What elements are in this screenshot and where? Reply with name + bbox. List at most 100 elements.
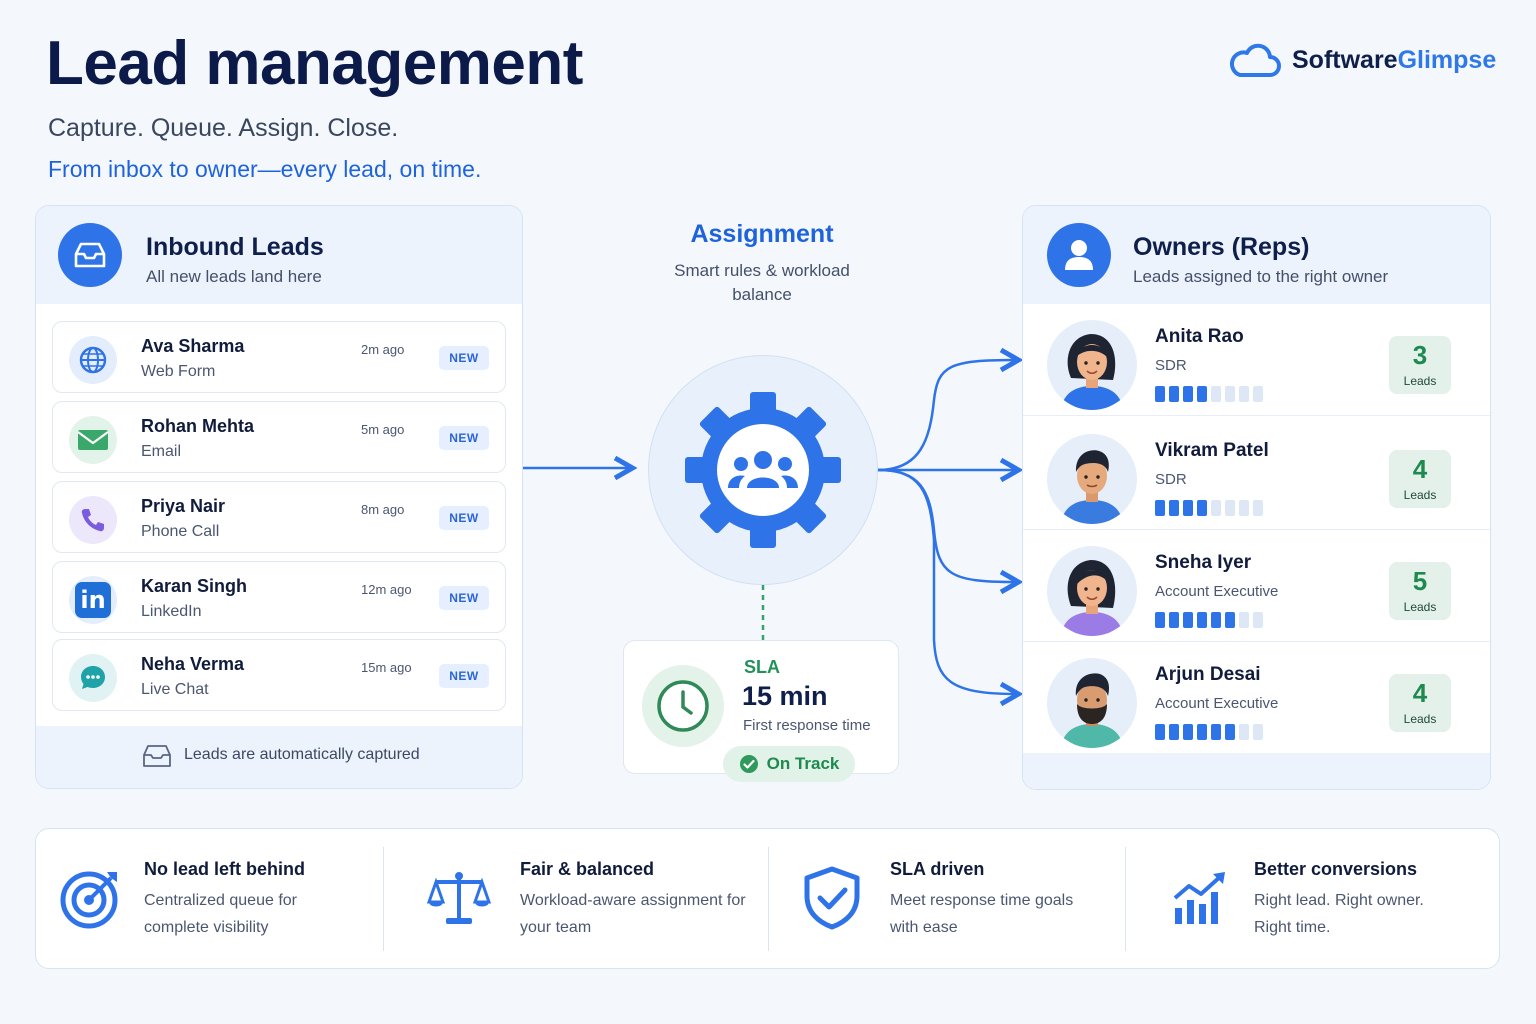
avatar xyxy=(1047,546,1137,636)
lead-count-label: Leads xyxy=(1403,488,1437,502)
workload-segment xyxy=(1155,724,1165,740)
workload-segment xyxy=(1155,386,1165,402)
workload-segment xyxy=(1211,500,1221,516)
sla-label: SLA xyxy=(744,657,780,677)
owner-card[interactable]: Sneha Iyer Account Executive 5 Leads xyxy=(1023,532,1490,642)
workload-segment xyxy=(1197,386,1207,402)
owner-card[interactable]: Vikram Patel SDR 4 Leads xyxy=(1023,420,1490,530)
workload-segment xyxy=(1239,612,1249,628)
assignment-to-sneha-arrow xyxy=(877,468,1016,582)
workload-segment xyxy=(1183,612,1193,628)
sla-status-text: On Track xyxy=(766,754,840,773)
gear-team-icon xyxy=(685,392,841,548)
owner-name: Arjun Desai xyxy=(1155,664,1261,685)
workload-segment xyxy=(1225,724,1235,740)
user-icon xyxy=(1047,223,1111,287)
workload-bar xyxy=(1155,724,1263,740)
workload-segment xyxy=(1169,386,1179,402)
target-icon xyxy=(58,865,124,931)
workload-segment xyxy=(1239,724,1249,740)
lead-count-box: 4 Leads xyxy=(1389,450,1451,508)
workload-segment xyxy=(1155,612,1165,628)
workload-segment xyxy=(1197,724,1207,740)
workload-segment xyxy=(1239,500,1249,516)
workload-segment xyxy=(1211,386,1221,402)
owner-role: Account Executive xyxy=(1155,583,1279,600)
sla-description: First response time xyxy=(743,717,871,734)
feature-item: Fair & balanced Workload-aware assignmen… xyxy=(384,829,768,970)
workload-segment xyxy=(1253,386,1263,402)
lead-count: 5 xyxy=(1412,566,1428,596)
avatar xyxy=(1047,320,1137,410)
workload-segment xyxy=(1225,386,1235,402)
owner-role: SDR xyxy=(1155,357,1187,374)
workload-segment xyxy=(1225,612,1235,628)
owner-role: SDR xyxy=(1155,471,1187,488)
feature-description: Workload-aware assignment for your team xyxy=(520,892,746,936)
workload-segment xyxy=(1197,500,1207,516)
feature-item: SLA driven Meet response time goals with… xyxy=(769,829,1125,970)
workload-segment xyxy=(1155,500,1165,516)
lead-count-label: Leads xyxy=(1403,712,1437,726)
workload-segment xyxy=(1211,612,1221,628)
feature-description: Centralized queue for complete visibilit… xyxy=(144,892,297,936)
lead-count: 4 xyxy=(1412,454,1428,484)
assignment-engine xyxy=(648,355,878,585)
feature-description: Meet response time goals with ease xyxy=(890,892,1074,936)
owner-card[interactable]: Arjun Desai Account Executive 4 Leads xyxy=(1023,644,1490,754)
lead-count-box: 5 Leads xyxy=(1389,562,1451,620)
workload-segment xyxy=(1183,500,1193,516)
feature-title: SLA driven xyxy=(890,859,985,879)
workload-segment xyxy=(1183,724,1193,740)
owner-card[interactable]: Anita Rao SDR 3 Leads xyxy=(1023,306,1490,416)
lead-count: 3 xyxy=(1412,340,1428,370)
lead-count-box: 3 Leads xyxy=(1389,336,1451,394)
feature-item: Better conversions Right lead. Right own… xyxy=(1126,829,1500,970)
workload-segment xyxy=(1225,500,1235,516)
growth-chart-icon xyxy=(1168,865,1234,931)
lead-count-box: 4 Leads xyxy=(1389,674,1451,732)
workload-segment xyxy=(1211,724,1221,740)
workload-segment xyxy=(1197,612,1207,628)
owner-role: Account Executive xyxy=(1155,695,1279,712)
lead-count-label: Leads xyxy=(1403,600,1437,614)
owners-footer xyxy=(1023,753,1490,789)
sla-value: 15 min xyxy=(742,681,828,711)
workload-segment xyxy=(1253,500,1263,516)
avatar xyxy=(1047,434,1137,524)
owners-header: Owners (Reps) Leads assigned to the righ… xyxy=(1023,206,1490,304)
feature-title: No lead left behind xyxy=(144,859,306,879)
owners-panel: Owners (Reps) Leads assigned to the righ… xyxy=(1022,205,1491,790)
check-circle-icon xyxy=(739,755,758,773)
assignment-title: Assignment xyxy=(690,220,834,248)
workload-segment xyxy=(1169,724,1179,740)
workload-bar xyxy=(1155,386,1263,402)
assignment-subtitle: Smart rules & workload balance xyxy=(674,261,850,304)
sla-status-pill: On Track xyxy=(723,746,855,782)
owner-name: Sneha Iyer xyxy=(1155,552,1252,573)
feature-title: Fair & balanced xyxy=(520,859,655,879)
shield-check-icon xyxy=(799,865,865,931)
owner-name: Anita Rao xyxy=(1155,326,1244,347)
feature-title: Better conversions xyxy=(1254,859,1418,879)
owners-title: Owners (Reps) xyxy=(1133,233,1310,261)
scale-icon xyxy=(426,865,492,931)
assignment-to-anita-arrow xyxy=(877,360,1016,472)
clock-icon xyxy=(642,665,724,747)
feature-description: Right lead. Right owner. Right time. xyxy=(1254,892,1424,936)
workload-segment xyxy=(1183,386,1193,402)
workload-segment xyxy=(1169,612,1179,628)
workload-segment xyxy=(1169,500,1179,516)
features-strip: No lead left behind Centralized queue fo… xyxy=(35,828,1500,969)
workload-segment xyxy=(1253,724,1263,740)
owner-name: Vikram Patel xyxy=(1155,440,1269,461)
workload-bar xyxy=(1155,500,1263,516)
lead-count-label: Leads xyxy=(1403,374,1437,388)
feature-item: No lead left behind Centralized queue fo… xyxy=(36,829,383,970)
workload-bar xyxy=(1155,612,1263,628)
workload-segment xyxy=(1239,386,1249,402)
avatar xyxy=(1047,658,1137,748)
lead-count: 4 xyxy=(1412,678,1428,708)
owners-subtitle: Leads assigned to the right owner xyxy=(1133,267,1389,286)
workload-segment xyxy=(1253,612,1263,628)
